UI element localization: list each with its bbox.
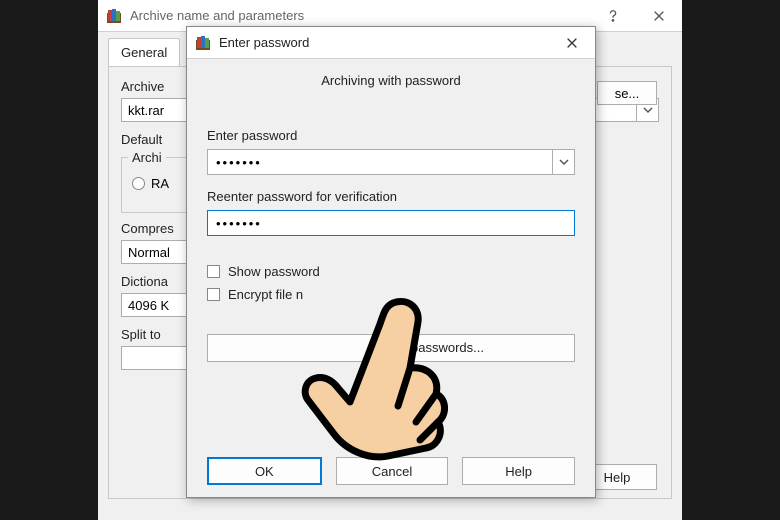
chevron-down-icon[interactable] <box>552 150 574 174</box>
reenter-password-input[interactable] <box>208 211 574 235</box>
encrypt-names-label: Encrypt file n <box>228 287 303 302</box>
dictionary-combo[interactable] <box>121 293 191 317</box>
archive-format-group: Archi RA <box>121 157 191 213</box>
dictionary-label: Dictiona <box>121 274 181 289</box>
radio-rar[interactable]: RA <box>132 176 180 191</box>
default-label: Default <box>121 132 181 147</box>
password-button-row: OK Cancel Help <box>207 445 575 485</box>
encrypt-names-checkbox[interactable]: Encrypt file n <box>207 287 575 302</box>
split-label: Split to <box>121 327 181 342</box>
enter-password-input[interactable] <box>208 150 552 174</box>
show-password-checkbox[interactable]: Show password <box>207 264 575 279</box>
parent-title: Archive name and parameters <box>130 8 590 23</box>
ok-button[interactable]: OK <box>207 457 322 485</box>
help-button[interactable]: Help <box>462 457 575 485</box>
reenter-password-label: Reenter password for verification <box>207 189 575 204</box>
split-combo[interactable] <box>121 346 191 370</box>
cancel-button[interactable]: Cancel <box>336 457 449 485</box>
close-icon[interactable] <box>636 0 682 32</box>
radio-rar-label: RA <box>151 176 169 191</box>
tab-general[interactable]: General <box>108 38 180 66</box>
checkbox-icon <box>207 288 220 301</box>
compression-label: Compres <box>121 221 181 236</box>
close-icon[interactable] <box>549 27 595 59</box>
organize-passwords-label: e passwords... <box>208 335 574 361</box>
password-body: Archiving with password Enter password R… <box>187 59 595 497</box>
help-button[interactable] <box>590 0 636 32</box>
winrar-icon <box>195 35 211 51</box>
enter-password-field[interactable] <box>207 149 575 175</box>
password-dialog: Enter password Archiving with password E… <box>186 26 596 498</box>
password-dialog-title: Enter password <box>219 35 549 50</box>
radio-icon <box>132 177 145 190</box>
enter-password-label: Enter password <box>207 128 575 143</box>
archive-format-title: Archi <box>128 150 166 165</box>
password-titlebar[interactable]: Enter password <box>187 27 595 59</box>
winrar-icon <box>106 8 122 24</box>
organize-passwords-button[interactable]: e passwords... <box>207 334 575 362</box>
archive-label: Archive <box>121 79 181 94</box>
browse-button[interactable]: se... <box>597 81 657 105</box>
compression-combo[interactable] <box>121 240 191 264</box>
show-password-label: Show password <box>228 264 320 279</box>
checkbox-icon <box>207 265 220 278</box>
password-heading: Archiving with password <box>207 73 575 88</box>
reenter-password-field[interactable] <box>207 210 575 236</box>
